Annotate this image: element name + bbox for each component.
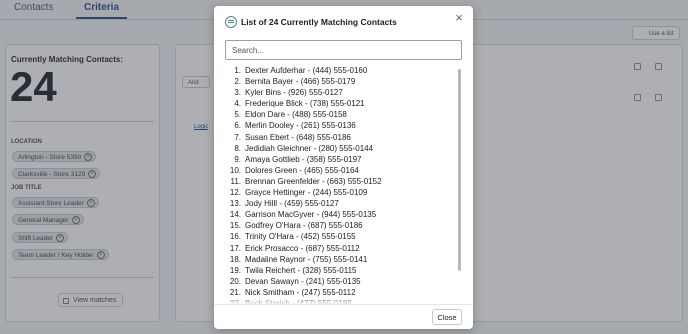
list-item: 15. Godfrey O'Hara - (687) 555-0186 bbox=[225, 220, 451, 231]
list-item-text: Jedidiah Gleichner - (280) 555-0144 bbox=[245, 143, 374, 153]
list-item-number: 12. bbox=[229, 188, 241, 198]
list-item: 17. Erick Prosacco - (687) 555-0112 bbox=[225, 243, 451, 254]
list-item-text: Bernita Bayer - (466) 555-0179 bbox=[245, 77, 356, 87]
list-item-number: 18. bbox=[229, 254, 241, 264]
modal-title: List of 24 Currently Matching Contacts bbox=[241, 17, 397, 27]
list-item-number: 2. bbox=[234, 77, 241, 87]
list-item-text: Garrison MacGyver - (944) 555-0135 bbox=[245, 210, 377, 220]
list-item-number: 1. bbox=[234, 66, 241, 75]
list-item-number: 16. bbox=[229, 232, 241, 242]
list-item: 6. Merlin Dooley - (261) 555-0136 bbox=[225, 120, 451, 131]
list-item: 14. Garrison MacGyver - (944) 555-0135 bbox=[225, 209, 451, 220]
list-item: 13. Jody Hilll - (459) 555-0127 bbox=[225, 198, 451, 209]
list-item: 9. Amaya Gottlieb - (358) 555-0197 bbox=[225, 154, 451, 165]
list-item: 10. Dolores Green - (465) 555-0164 bbox=[225, 165, 451, 176]
list-item-number: 6. bbox=[234, 121, 241, 131]
list-item-number: 9. bbox=[234, 154, 241, 164]
list-item-text: Eldon Dare - (488) 555-0158 bbox=[245, 110, 347, 120]
matching-contacts-modal: List of 24 Currently Matching Contacts ×… bbox=[214, 6, 473, 329]
list-item-number: 13. bbox=[229, 199, 241, 209]
list-item-text: Dolores Green - (465) 555-0164 bbox=[245, 165, 359, 175]
list-item-text: Erick Prosacco - (687) 555-0112 bbox=[245, 243, 360, 253]
list-item-number: 5. bbox=[234, 110, 241, 120]
list-item-number: 14. bbox=[229, 210, 241, 220]
modal-footer: Close bbox=[214, 304, 473, 329]
list-item-number: 10. bbox=[229, 165, 241, 175]
list-item-text: Devan Sawayn - (241) 555-0135 bbox=[245, 276, 361, 286]
search-input[interactable] bbox=[225, 40, 462, 60]
list-fade bbox=[225, 296, 463, 304]
list-item-number: 3. bbox=[234, 88, 241, 98]
list-item-text: Grayce Hettinger - (244) 555-0109 bbox=[245, 188, 368, 198]
list-item-text: Susan Ebert - (648) 555-0186 bbox=[245, 132, 351, 142]
list-item-number: 20. bbox=[229, 276, 241, 286]
list-item-text: Godfrey O'Hara - (687) 555-0186 bbox=[245, 221, 363, 231]
list-item-text: Merlin Dooley - (261) 555-0136 bbox=[245, 121, 356, 131]
list-item-number: 19. bbox=[229, 265, 241, 275]
list-item-text: Kyler Bins - (926) 555-0127 bbox=[245, 88, 343, 98]
list-item-number: 7. bbox=[234, 132, 241, 142]
list-item: 2. Bernita Bayer - (466) 555-0179 bbox=[225, 76, 451, 87]
list-item-number: 4. bbox=[234, 99, 241, 109]
list-item: 7. Susan Ebert - (648) 555-0186 bbox=[225, 132, 451, 143]
close-button[interactable]: Close bbox=[432, 309, 462, 325]
list-item-number: 8. bbox=[234, 143, 241, 153]
list-item: 18. Madaline Raynor - (755) 555-0141 bbox=[225, 254, 451, 265]
list-item: 20. Devan Sawayn - (241) 555-0135 bbox=[225, 276, 451, 287]
list-item: 12. Grayce Hettinger - (244) 555-0109 bbox=[225, 187, 451, 198]
scrollbar-thumb[interactable] bbox=[458, 69, 461, 271]
list-item-text: Madaline Raynor - (755) 555-0141 bbox=[245, 254, 368, 264]
list-item-text: Twila Reichert - (328) 555-0115 bbox=[245, 265, 357, 275]
list-item-text: Dexter Aufderhar - (444) 555-0160 bbox=[245, 66, 368, 75]
list-item-text: Trinity O'Hara - (452) 555-0155 bbox=[245, 232, 356, 242]
list-item-text: Brennan Greenfelder - (663) 555-0152 bbox=[245, 176, 382, 186]
list-item: 8. Jedidiah Gleichner - (280) 555-0144 bbox=[225, 143, 451, 154]
list-item-number: 11. bbox=[230, 176, 241, 186]
list-item: 19. Twila Reichert - (328) 555-0115 bbox=[225, 265, 451, 276]
list-item: 11. Brennan Greenfelder - (663) 555-0152 bbox=[225, 176, 451, 187]
list-item-text: Jody Hilll - (459) 555-0127 bbox=[245, 199, 339, 209]
scrollbar[interactable] bbox=[457, 65, 463, 304]
list-item: 16. Trinity O'Hara - (452) 555-0155 bbox=[225, 231, 451, 242]
contacts-list: 1. Dexter Aufderhar - (444) 555-0160 2. Ber… bbox=[225, 65, 463, 304]
list-item-number: 17. bbox=[229, 243, 241, 253]
list-item-number: 15. bbox=[229, 221, 241, 231]
list-item: 1. Dexter Aufderhar - (444) 555-0160 bbox=[225, 65, 451, 76]
close-icon[interactable]: × bbox=[453, 11, 465, 24]
list-item: 3. Kyler Bins - (926) 555-0127 bbox=[225, 87, 451, 98]
list-item: 4. Frederique Blick - (738) 555-0121 bbox=[225, 98, 451, 109]
list-item-text: Frederique Blick - (738) 555-0121 bbox=[245, 99, 365, 109]
list-item-text: Amaya Gottlieb - (358) 555-0197 bbox=[245, 154, 362, 164]
list-item: 5. Eldon Dare - (488) 555-0158 bbox=[225, 109, 451, 120]
contact-list-icon bbox=[225, 16, 237, 28]
